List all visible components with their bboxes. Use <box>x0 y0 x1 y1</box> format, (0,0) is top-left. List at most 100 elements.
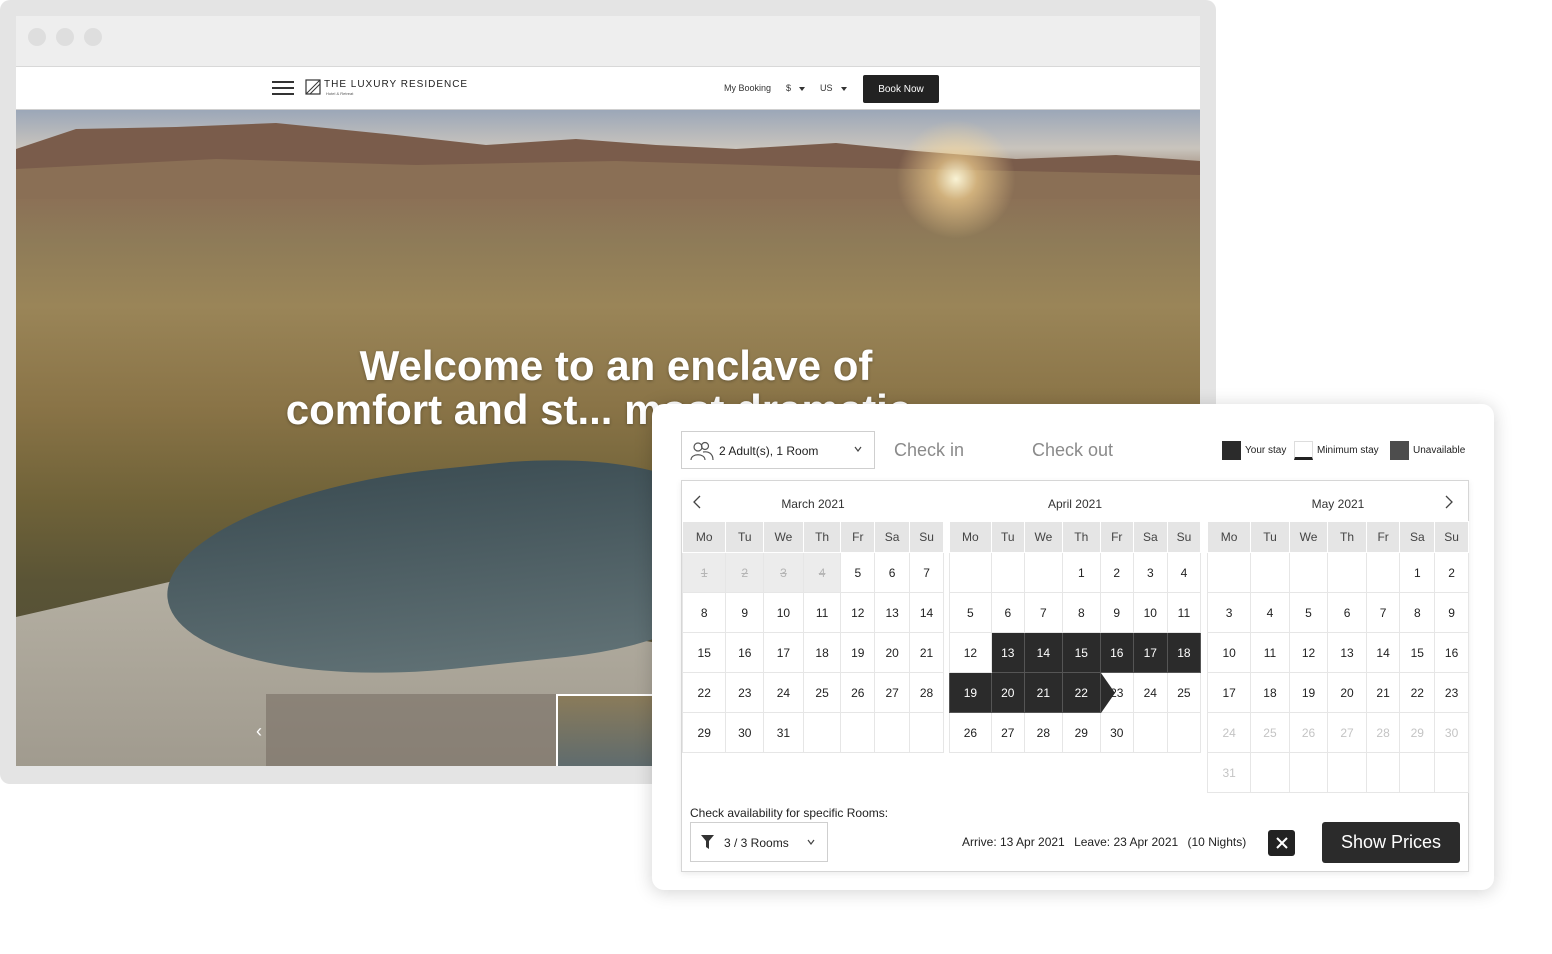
calendar-day[interactable]: 21 <box>909 632 944 673</box>
check-out-field[interactable]: Check out <box>1032 440 1113 461</box>
calendar-day[interactable]: 7 <box>909 552 944 593</box>
calendar-day[interactable]: 24 <box>1206 712 1252 753</box>
calendar-day[interactable]: 30 <box>725 712 765 753</box>
calendar-day[interactable]: 16 <box>1434 632 1469 673</box>
calendar-day[interactable]: 15 <box>681 632 727 673</box>
calendar-day[interactable]: 20 <box>1327 672 1367 713</box>
rooms-filter-select[interactable]: 3 / 3 Rooms <box>690 822 828 862</box>
calendar-day[interactable]: 9 <box>1434 592 1469 633</box>
calendar-day[interactable]: 18 <box>1250 672 1290 713</box>
calendar-day[interactable]: 8 <box>681 592 727 633</box>
calendar-day[interactable]: 2 <box>725 552 765 593</box>
calendar-day[interactable]: 7 <box>1023 592 1063 633</box>
calendar-day[interactable]: 5 <box>949 592 992 633</box>
calendar-day[interactable]: 11 <box>802 592 842 633</box>
window-close-dot[interactable] <box>28 28 46 46</box>
calendar-day[interactable]: 27 <box>990 712 1025 753</box>
calendar-day[interactable]: 21 <box>1365 672 1401 713</box>
currency-select[interactable]: $ <box>786 83 806 93</box>
calendar-day[interactable]: 12 <box>840 592 876 633</box>
calendar-day[interactable]: 28 <box>909 672 944 713</box>
calendar-day[interactable]: 19 <box>1288 672 1329 713</box>
calendar-day[interactable]: 1 <box>1399 552 1436 593</box>
gallery-prev-icon[interactable]: ‹ <box>256 721 262 742</box>
calendar-day[interactable]: 14 <box>909 592 944 633</box>
calendar-day[interactable]: 19 <box>949 672 992 713</box>
calendar-day[interactable]: 21 <box>1023 672 1063 713</box>
calendar-day[interactable]: 10 <box>1206 632 1252 673</box>
calendar-day[interactable]: 24 <box>1132 672 1168 713</box>
calendar-day[interactable]: 20 <box>874 632 911 673</box>
calendar-day[interactable]: 3 <box>763 552 804 593</box>
my-booking-link[interactable]: My Booking <box>724 83 771 93</box>
calendar-day[interactable]: 11 <box>1166 592 1202 633</box>
calendar-day[interactable]: 17 <box>1206 672 1252 713</box>
calendar-day[interactable]: 3 <box>1132 552 1168 593</box>
calendar-day[interactable]: 27 <box>1327 712 1367 753</box>
calendar-day[interactable]: 19 <box>840 632 876 673</box>
calendar-day[interactable]: 23 <box>1099 672 1134 714</box>
calendar-day[interactable]: 1 <box>681 552 727 593</box>
logo-title[interactable]: THE LUXURY RESIDENCE <box>324 79 468 90</box>
calendar-day[interactable]: 25 <box>802 672 842 713</box>
calendar-day[interactable]: 30 <box>1434 712 1469 753</box>
calendar-day[interactable]: 13 <box>874 592 911 633</box>
calendar-day[interactable]: 5 <box>840 552 876 593</box>
calendar-day[interactable]: 10 <box>1132 592 1168 633</box>
calendar-day[interactable]: 31 <box>1206 752 1252 793</box>
calendar-day[interactable]: 12 <box>949 632 992 673</box>
calendar-day[interactable]: 29 <box>1399 712 1436 753</box>
calendar-day[interactable]: 22 <box>681 672 727 713</box>
calendar-day[interactable]: 5 <box>1288 592 1329 633</box>
calendar-day[interactable]: 4 <box>1250 592 1290 633</box>
calendar-day[interactable]: 1 <box>1061 552 1101 593</box>
calendar-day[interactable]: 17 <box>1132 632 1168 673</box>
calendar-day[interactable]: 9 <box>1099 592 1134 633</box>
calendar-day[interactable]: 10 <box>763 592 804 633</box>
show-prices-button[interactable]: Show Prices <box>1322 822 1460 863</box>
calendar-day[interactable]: 6 <box>874 552 911 593</box>
calendar-day[interactable]: 11 <box>1250 632 1290 673</box>
check-in-field[interactable]: Check in <box>894 440 964 461</box>
calendar-day[interactable]: 8 <box>1399 592 1436 633</box>
gallery-thumbnail-active[interactable] <box>556 694 660 766</box>
calendar-day[interactable]: 9 <box>725 592 765 633</box>
calendar-day[interactable]: 25 <box>1166 672 1202 713</box>
calendar-day[interactable]: 23 <box>725 672 765 713</box>
calendar-day[interactable]: 17 <box>763 632 804 673</box>
calendar-day[interactable]: 6 <box>1327 592 1367 633</box>
guests-select[interactable]: 2 Adult(s), 1 Room <box>681 431 875 469</box>
window-maximize-dot[interactable] <box>84 28 102 46</box>
calendar-day[interactable]: 18 <box>802 632 842 673</box>
calendar-day[interactable]: 18 <box>1166 632 1202 673</box>
calendar-day[interactable]: 8 <box>1061 592 1101 633</box>
calendar-day[interactable]: 4 <box>802 552 842 593</box>
calendar-day[interactable]: 20 <box>990 672 1025 713</box>
calendar-day[interactable]: 28 <box>1023 712 1063 753</box>
calendar-day[interactable]: 7 <box>1365 592 1401 633</box>
calendar-day[interactable]: 13 <box>990 632 1025 673</box>
window-minimize-dot[interactable] <box>56 28 74 46</box>
calendar-day[interactable]: 31 <box>763 712 804 753</box>
calendar-day[interactable]: 6 <box>990 592 1025 633</box>
calendar-day[interactable]: 22 <box>1061 672 1101 713</box>
calendar-day[interactable]: 26 <box>949 712 992 753</box>
calendar-day[interactable]: 4 <box>1166 552 1202 593</box>
clear-dates-button[interactable] <box>1268 830 1295 856</box>
calendar-day[interactable]: 28 <box>1365 712 1401 753</box>
calendar-day[interactable]: 14 <box>1023 632 1063 673</box>
calendar-day[interactable]: 15 <box>1061 632 1101 673</box>
calendar-day[interactable]: 3 <box>1206 592 1252 633</box>
calendar-day[interactable]: 24 <box>763 672 804 713</box>
calendar-day[interactable]: 29 <box>1061 712 1101 753</box>
calendar-day[interactable]: 22 <box>1399 672 1436 713</box>
calendar-day[interactable]: 26 <box>840 672 876 713</box>
calendar-day[interactable]: 2 <box>1099 552 1134 593</box>
book-now-button[interactable]: Book Now <box>863 75 939 103</box>
menu-icon[interactable] <box>272 81 294 97</box>
calendar-day[interactable]: 30 <box>1099 712 1134 753</box>
gallery-thumbnail-strip[interactable] <box>266 694 556 766</box>
calendar-day[interactable]: 26 <box>1288 712 1329 753</box>
calendar-day[interactable]: 15 <box>1399 632 1436 673</box>
calendar-day[interactable]: 2 <box>1434 552 1469 593</box>
